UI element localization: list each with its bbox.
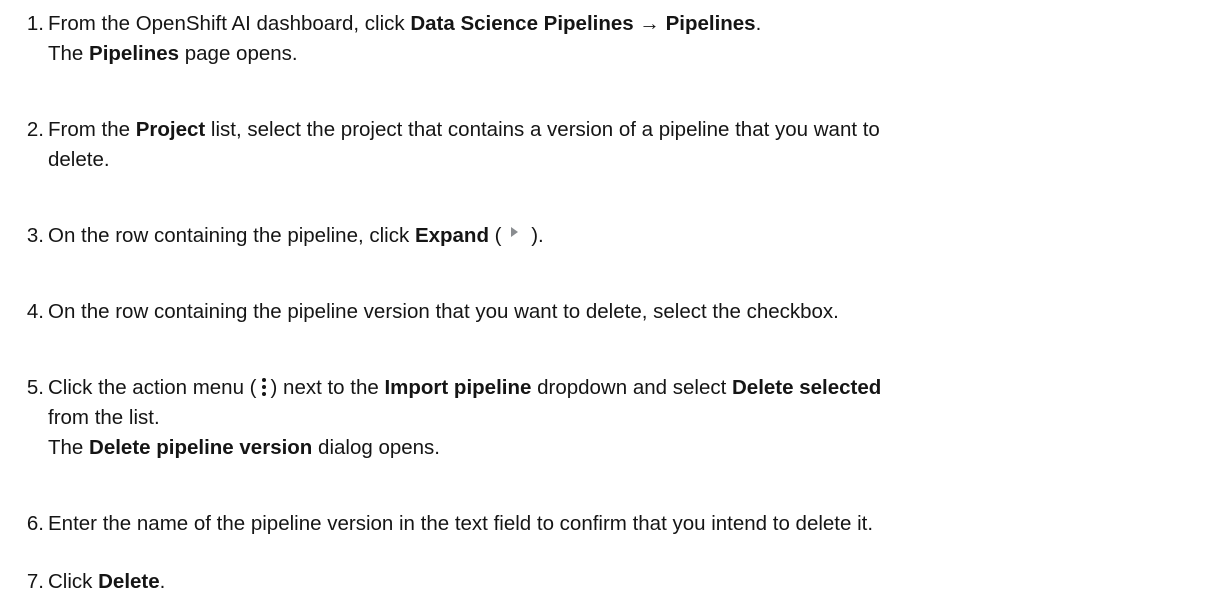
text-run: The [48, 42, 90, 65]
text-run: list, select the project that contains a… [205, 118, 880, 141]
step-number: 1. [26, 12, 44, 35]
step-line: The Delete pipeline version dialog opens… [48, 433, 1217, 463]
text-run: dropdown and select [531, 376, 732, 399]
step-text: Enter the name of the pipeline version i… [48, 509, 1217, 539]
step-line: On the row containing the pipeline, clic… [48, 221, 1217, 251]
bold-term: Import pipeline [384, 376, 532, 399]
text-run: On the row containing the pipeline versi… [48, 300, 839, 323]
step-text: Click the action menu ( ) next to the Imp… [48, 373, 1217, 463]
step-line: Enter the name of the pipeline version i… [48, 509, 1217, 539]
text-run: Enter the name of the pipeline version i… [48, 512, 874, 535]
step-line: Click Delete. [48, 567, 1217, 597]
bold-term: Project [135, 118, 206, 141]
text-run: Click the action menu ( [48, 376, 257, 399]
step-line: Click the action menu ( ) next to the Imp… [48, 373, 1217, 403]
step-line: From the Project list, select the projec… [48, 115, 1217, 145]
text-run: ) next to the [270, 376, 385, 399]
bold-term: Data Science Pipelines [410, 12, 634, 35]
text-run: On the row containing the pipeline, clic… [48, 224, 415, 247]
bold-term: Expand [414, 224, 489, 247]
step-number: 5. [26, 376, 44, 399]
text-run: Click [48, 570, 99, 593]
text-run: page opens. [179, 42, 298, 65]
text-run: . [755, 12, 762, 35]
text-run: The [48, 436, 90, 459]
kebab-menu-icon [260, 376, 268, 396]
text-run: dialog opens. [312, 436, 440, 459]
step-text: On the row containing the pipeline versi… [48, 297, 1217, 327]
step-number: 6. [26, 512, 44, 535]
bold-term: Delete pipeline version [89, 436, 313, 459]
step-text: Click Delete. [48, 567, 1217, 597]
text-run: From the OpenShift AI dashboard, click [48, 12, 411, 35]
text-run: from the list. [48, 406, 160, 429]
step-text: From the Project list, select the projec… [48, 115, 1217, 175]
step-line: From the OpenShift AI dashboard, click D… [48, 9, 1217, 39]
step-text: On the row containing the pipeline, clic… [48, 221, 1217, 251]
step-number: 3. [26, 224, 44, 247]
text-run: → [633, 12, 666, 35]
text-run: From the [48, 118, 136, 141]
step-number: 4. [26, 300, 44, 323]
step-number: 2. [26, 118, 44, 141]
step-line: On the row containing the pipeline versi… [48, 297, 1217, 327]
step-line: from the list. [48, 403, 1217, 433]
bold-term: Pipelines [89, 42, 180, 65]
step-line: The Pipelines page opens. [48, 39, 1217, 69]
step-line: delete. [48, 145, 1217, 175]
text-run: ). [525, 224, 544, 247]
bold-term: Delete selected [731, 376, 882, 399]
step-number: 7. [26, 570, 44, 593]
text-run: . [159, 570, 166, 593]
procedure-steps: 1. From the OpenShift AI dashboard, clic… [0, 0, 1223, 608]
step-text: From the OpenShift AI dashboard, click D… [48, 9, 1217, 69]
bold-term: Pipelines [665, 12, 756, 35]
bold-term: Delete [98, 570, 160, 593]
text-run: delete. [48, 148, 110, 171]
text-run: ( [488, 224, 502, 247]
expand-chevron-icon [506, 223, 524, 243]
